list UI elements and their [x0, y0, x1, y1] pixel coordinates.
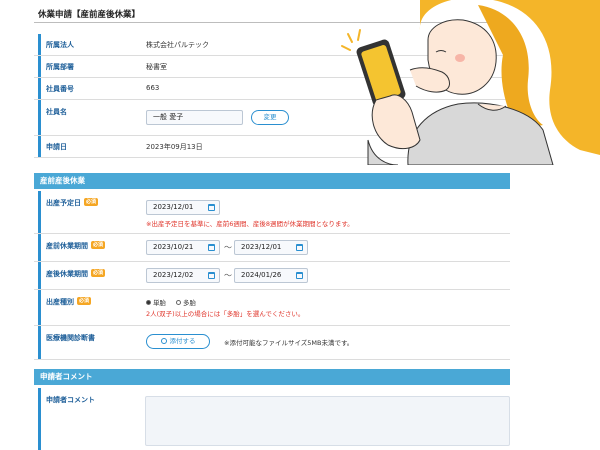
change-button[interactable]: 変更	[251, 110, 289, 125]
multiple-radio[interactable]: 多胎	[176, 297, 196, 307]
required-badge: 必須	[91, 269, 106, 277]
comment-section-header: 申請者コメント	[34, 369, 510, 385]
attach-note: ※添付可能なファイルサイズ5MB未満です。	[224, 339, 354, 347]
attach-button[interactable]: 添付する	[146, 334, 210, 349]
comment-textarea[interactable]	[145, 396, 510, 446]
due-date-label: 出産予定日 必須	[38, 191, 134, 233]
emp-no-value: 663	[146, 84, 160, 92]
range-separator: ～	[224, 271, 232, 280]
woman-smartphone-illustration	[341, 0, 600, 165]
birth-type-note: 2人(双子)以上の場合には「多胎」を選んでください。	[146, 310, 305, 318]
radio-checked-icon	[146, 300, 151, 305]
postnatal-row: 産後休業期間 必須 2023/12/02 ～ 2024/01/26	[34, 262, 510, 290]
due-date-note: ※出産予定日を基準に、産前6週間、産後8週間が休業期間となります。	[146, 220, 354, 228]
emp-no-label: 社員番号	[38, 78, 134, 99]
company-value: 株式会社パルテック	[146, 41, 209, 49]
dept-label: 所属部署	[38, 56, 134, 77]
apply-date-value: 2023年09月13日	[146, 143, 203, 151]
maternity-section-header: 産前産後休業	[34, 173, 510, 189]
calendar-icon[interactable]	[208, 244, 215, 251]
medical-doc-row: 医療機関診断書 添付する ※添付可能なファイルサイズ5MB未満です。	[34, 326, 510, 360]
emp-name-field[interactable]: 一般 愛子	[146, 110, 243, 125]
birth-type-row: 出産種別 必須 単胎 多胎 2人(双子)以上の場合には「多胎」を選んでください。	[34, 290, 510, 326]
company-label: 所属法人	[38, 34, 134, 55]
required-badge: 必須	[77, 297, 92, 305]
emp-name-label: 社員名	[38, 100, 134, 135]
range-separator: ～	[224, 243, 232, 252]
calendar-icon[interactable]	[208, 204, 215, 211]
prenatal-row: 産前休業期間 必須 2023/10/21 ～ 2023/12/01	[34, 234, 510, 262]
prenatal-label: 産前休業期間 必須	[38, 234, 134, 261]
postnatal-from-input[interactable]: 2023/12/02	[146, 268, 220, 283]
calendar-icon[interactable]	[208, 272, 215, 279]
calendar-icon[interactable]	[296, 272, 303, 279]
prenatal-from-input[interactable]: 2023/10/21	[146, 240, 220, 255]
required-badge: 必須	[84, 198, 99, 206]
prenatal-to-input[interactable]: 2023/12/01	[234, 240, 308, 255]
comment-label: 申請者コメント	[38, 388, 134, 450]
postnatal-to-input[interactable]: 2024/01/26	[234, 268, 308, 283]
paperclip-icon	[160, 338, 167, 344]
medical-doc-label: 医療機関診断書	[38, 326, 134, 359]
dept-value: 秘書室	[146, 63, 167, 71]
radio-unchecked-icon	[176, 300, 181, 305]
apply-date-label: 申請日	[38, 136, 134, 157]
birth-type-label: 出産種別 必須	[38, 290, 134, 325]
required-badge: 必須	[91, 241, 106, 249]
single-radio[interactable]: 単胎	[146, 297, 166, 307]
due-date-input[interactable]: 2023/12/01	[146, 200, 220, 215]
due-date-row: 出産予定日 必須 2023/12/01 ※出産予定日を基準に、産前6週間、産後8週…	[34, 191, 510, 234]
postnatal-label: 産後休業期間 必須	[38, 262, 134, 289]
page-title: 休業申請【産前産後休業】	[38, 10, 141, 20]
calendar-icon[interactable]	[296, 244, 303, 251]
